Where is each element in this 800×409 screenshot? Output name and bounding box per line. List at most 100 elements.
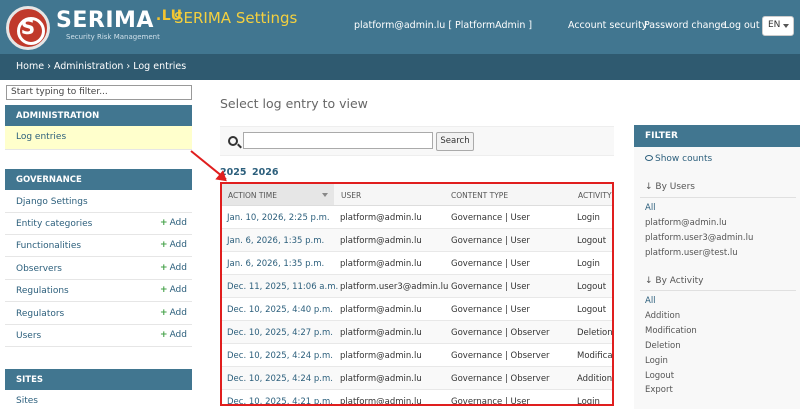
action-time-link[interactable]: Jan. 10, 2026, 2:25 p.m. xyxy=(227,213,330,223)
show-counts-link[interactable]: Show counts xyxy=(645,154,712,164)
content-type-cell: Governance | Observer xyxy=(451,374,550,384)
action-time-link[interactable]: Dec. 11, 2025, 11:06 a.m. xyxy=(227,282,338,292)
date-hierarchy-2026[interactable]: 2026 xyxy=(252,167,278,178)
filter-activity-option[interactable]: Login xyxy=(645,356,668,366)
filter-user-option[interactable]: platform@admin.lu xyxy=(645,218,727,228)
add-user-button[interactable]: + Add xyxy=(160,330,187,340)
language-select[interactable]: EN xyxy=(762,16,794,36)
table-header: ACTION TIME USER CONTENT TYPE ACTIVITY xyxy=(222,184,612,206)
breadcrumb: Home › Administration › Log entries xyxy=(0,54,800,80)
sidebar-item-log-entries[interactable]: Log entries xyxy=(5,126,192,150)
filter-title: FILTER xyxy=(634,125,800,147)
filter-heading-activity[interactable]: ↓ By Activity xyxy=(645,276,703,286)
user-cell: platform@admin.lu xyxy=(340,305,422,315)
action-time-link[interactable]: Jan. 6, 2026, 1:35 p.m. xyxy=(227,236,324,246)
filter-activity-option[interactable]: Modification xyxy=(645,326,697,336)
column-header-user[interactable]: USER xyxy=(341,191,361,200)
filter-user-option[interactable]: platform.user3@admin.lu xyxy=(645,233,753,243)
add-observer-button[interactable]: + Add xyxy=(160,263,187,273)
table-row: Dec. 10, 2025, 4:40 p.m. platform@admin.… xyxy=(222,298,612,321)
module-caption-sites[interactable]: SITES xyxy=(5,369,192,390)
content-type-cell: Governance | User xyxy=(451,236,530,246)
column-header-activity[interactable]: ACTIVITY xyxy=(578,191,612,200)
table-row: Dec. 10, 2025, 4:21 p.m. platform@admin.… xyxy=(222,390,612,406)
serima-logo-icon[interactable]: S xyxy=(6,6,50,50)
filter-activity-all[interactable]: All xyxy=(645,296,656,306)
log-entries-table: ACTION TIME USER CONTENT TYPE ACTIVITY J… xyxy=(220,182,614,406)
table-row: Jan. 10, 2026, 2:25 p.m. platform@admin.… xyxy=(222,206,612,229)
nav-filter-input[interactable]: Start typing to filter... xyxy=(6,85,192,100)
sort-descending-icon[interactable] xyxy=(322,193,328,197)
filter-activity-option[interactable]: Addition xyxy=(645,311,680,321)
table-row: Dec. 11, 2025, 11:06 a.m. platform.user3… xyxy=(222,275,612,298)
filter-heading-users[interactable]: ↓ By Users xyxy=(645,182,695,192)
search-toolbar: Search xyxy=(220,126,614,156)
activity-cell: Logout xyxy=(577,305,607,315)
user-cell: platform@admin.lu xyxy=(340,351,422,361)
brand-tagline: Security Risk Management xyxy=(66,33,160,41)
filter-user-option[interactable]: platform.user@test.lu xyxy=(645,248,738,258)
add-regulation-button[interactable]: + Add xyxy=(160,285,187,295)
account-security-link[interactable]: Account security xyxy=(568,20,647,31)
activity-cell: Login xyxy=(577,397,600,406)
activity-cell: Login xyxy=(577,213,600,223)
activity-cell: Deletion xyxy=(577,328,613,338)
eye-icon xyxy=(645,155,653,161)
sidebar-item-sites[interactable]: Sites xyxy=(5,390,192,409)
content-type-cell: Governance | User xyxy=(451,397,530,406)
content-type-cell: Governance | Observer xyxy=(451,328,550,338)
module-caption-administration[interactable]: ADMINISTRATION xyxy=(5,105,192,126)
plus-icon: + xyxy=(160,285,168,295)
app-title: SERIMA Settings xyxy=(174,9,298,27)
table-row: Dec. 10, 2025, 4:27 p.m. platform@admin.… xyxy=(222,321,612,344)
brand-name[interactable]: SERIMA .LU xyxy=(56,8,183,33)
content-type-cell: Governance | User xyxy=(451,259,530,269)
action-time-link[interactable]: Dec. 10, 2025, 4:40 p.m. xyxy=(227,305,333,315)
plus-icon: + xyxy=(160,218,168,228)
content-type-cell: Governance | User xyxy=(451,305,530,315)
activity-cell: Modificati xyxy=(577,351,613,361)
user-cell: platform@admin.lu xyxy=(340,213,422,223)
filter-activity-option[interactable]: Export xyxy=(645,385,673,395)
sidebar-item-users[interactable]: Users + Add xyxy=(5,325,192,347)
add-regulator-button[interactable]: + Add xyxy=(160,308,187,318)
sidebar-item-entity-categories[interactable]: Entity categories + Add xyxy=(5,213,192,235)
column-header-content-type[interactable]: CONTENT TYPE xyxy=(451,191,508,200)
action-time-link[interactable]: Dec. 10, 2025, 4:24 p.m. xyxy=(227,374,333,384)
add-functionality-button[interactable]: + Add xyxy=(160,240,187,250)
action-time-link[interactable]: Jan. 6, 2026, 1:35 p.m. xyxy=(227,259,324,269)
column-header-action-time[interactable]: ACTION TIME xyxy=(228,191,277,200)
plus-icon: + xyxy=(160,240,168,250)
filter-divider xyxy=(640,197,796,198)
sidebar-item-regulations[interactable]: Regulations + Add xyxy=(5,280,192,302)
sidebar-item-functionalities[interactable]: Functionalities + Add xyxy=(5,235,192,257)
table-row: Jan. 6, 2026, 1:35 p.m. platform@admin.l… xyxy=(222,229,612,252)
sidebar-item-observers[interactable]: Observers + Add xyxy=(5,258,192,280)
password-change-link[interactable]: Password change xyxy=(644,20,726,31)
table-row: Dec. 10, 2025, 4:24 p.m. platform@admin.… xyxy=(222,367,612,390)
action-time-link[interactable]: Dec. 10, 2025, 4:24 p.m. xyxy=(227,351,333,361)
current-user: platform@admin.lu [ PlatformAdmin ] xyxy=(354,20,533,31)
user-cell: platform@admin.lu xyxy=(340,259,422,269)
user-cell: platform@admin.lu xyxy=(340,328,422,338)
filter-user-all[interactable]: All xyxy=(645,203,656,213)
page-title: Select log entry to view xyxy=(220,96,368,111)
chevron-down-icon xyxy=(783,24,789,28)
filter-activity-option[interactable]: Logout xyxy=(645,371,674,381)
search-input[interactable] xyxy=(243,132,433,149)
sidebar-item-django-settings[interactable]: Django Settings xyxy=(5,191,192,213)
sidebar-item-regulators[interactable]: Regulators + Add xyxy=(5,303,192,325)
user-cell: platform@admin.lu xyxy=(340,236,422,246)
site-header: S SERIMA .LU Security Risk Management SER… xyxy=(0,0,800,54)
search-button[interactable]: Search xyxy=(436,132,474,151)
plus-icon: + xyxy=(160,330,168,340)
logout-link[interactable]: Log out xyxy=(724,20,760,31)
action-time-link[interactable]: Dec. 10, 2025, 4:21 p.m. xyxy=(227,397,333,404)
user-cell: platform@admin.lu xyxy=(340,374,422,384)
add-entity-category-button[interactable]: + Add xyxy=(160,218,187,228)
plus-icon: + xyxy=(160,308,168,318)
action-time-link[interactable]: Dec. 10, 2025, 4:27 p.m. xyxy=(227,328,333,338)
activity-cell: Logout xyxy=(577,236,607,246)
module-caption-governance[interactable]: GOVERNANCE xyxy=(5,169,192,190)
filter-activity-option[interactable]: Deletion xyxy=(645,341,681,351)
